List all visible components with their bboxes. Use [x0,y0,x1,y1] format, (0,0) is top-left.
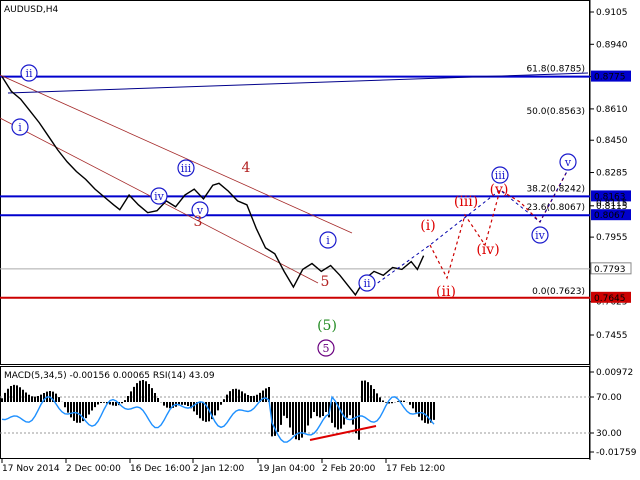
wave-label-blue: iii [495,169,506,182]
resistance-price-label: 0.8067 [594,211,626,221]
wave-labels: iiiiiiivviiiiiiivv435(i)(ii)(iii)(iv)(v)… [11,64,577,357]
fib-level-label: 38.2(0.8242) [526,184,585,194]
divergence-line [309,425,377,441]
wave-label-blue: ii [25,67,33,80]
sub-y-tick-label: 30.00 [596,429,622,439]
sub-y-tick-label: 70.00 [596,393,622,403]
y-tick-label: 0.8450 [596,136,628,146]
y-tick-label: 0.8610 [596,105,628,115]
wave-label-blue: i [18,121,22,134]
wave-label-red-paren: (i) [420,218,435,234]
x-tick-label: 2 Jan 12:00 [193,464,245,474]
price-series [1,76,425,297]
wave-label-red-paren: (iii) [454,194,478,210]
x-tick-label: 17 Feb 12:00 [386,464,445,474]
y-tick-label: 0.8940 [596,40,628,50]
support-price-label: 0.7645 [594,294,626,304]
sub-panel-title: MACD(5,34,5) -0.00156 0.00065 RSI(14) 43… [4,371,215,381]
wave-label-green: (5) [317,318,337,334]
wave-label-red: 4 [242,160,251,176]
indicator-panel: 0.00972 70.00 30.00 -0.01759 [0,368,637,458]
trend-channel [0,74,353,284]
y-tick-label: 0.9105 [596,8,628,18]
chart-title: AUDUSD,H4 [4,5,59,15]
sub-y-tick-label: -0.01759 [596,448,637,458]
fib-level-label: 23.6(0.8067) [526,203,585,213]
resistance-price-label: 0.8775 [594,73,626,83]
wave-label-blue: i [326,234,330,247]
x-tick-label: 16 Dec 16:00 [130,464,191,474]
x-tick-label: 17 Nov 2014 [2,464,60,474]
y-axis: 0.9105 0.8940 0.8775 0.8610 0.8450 0.8285 0.81… [590,8,628,341]
sub-y-tick-label: 0.00972 [596,368,633,378]
x-axis: 17 Nov 2014 2 Dec 00:00 16 Dec 16:00 2 Jan … [1,459,445,474]
x-tick-label: 2 Feb 20:00 [322,464,376,474]
wave-label-blue: iv [535,229,546,242]
macd-histogram [1,380,435,441]
fib-level-label: 50.0(0.8563) [526,107,585,117]
wave-label-red: 5 [321,274,330,290]
y-tick-label: 0.7455 [596,331,628,341]
chart-svg: AUDUSD,H4 MACD(5,34,5) -0.00156 0.00065 … [0,0,637,474]
price-line [1,76,425,297]
price-levels: 0.877561.8(0.8785)0.816338.2(0.8242)0.80… [0,65,632,304]
wave-label-blue: v [564,156,572,169]
projection-blue [367,161,573,291]
wave-projection [367,161,573,291]
wave-label-red: 3 [194,214,203,230]
wave-label-red-paren: (v) [490,182,509,198]
wave-label-blue: iii [181,162,192,175]
wave-label-blue: iv [154,190,165,203]
x-tick-label: 19 Jan 04:00 [258,464,315,474]
fib-level-label: 0.0(0.7623) [532,287,585,297]
y-tick-label: 0.8285 [596,169,628,179]
wave-label-blue: ii [363,277,371,290]
wave-label-purple: 5 [323,342,330,355]
y-tick-label: 0.7955 [596,233,628,243]
wave-label-red-paren: (iv) [476,242,499,258]
wave-label-red-paren: (ii) [436,284,456,300]
x-tick-label: 2 Dec 00:00 [66,464,121,474]
current-price-label: 0.7793 [594,265,626,275]
extra-price-label: 0.8115 [596,199,628,209]
